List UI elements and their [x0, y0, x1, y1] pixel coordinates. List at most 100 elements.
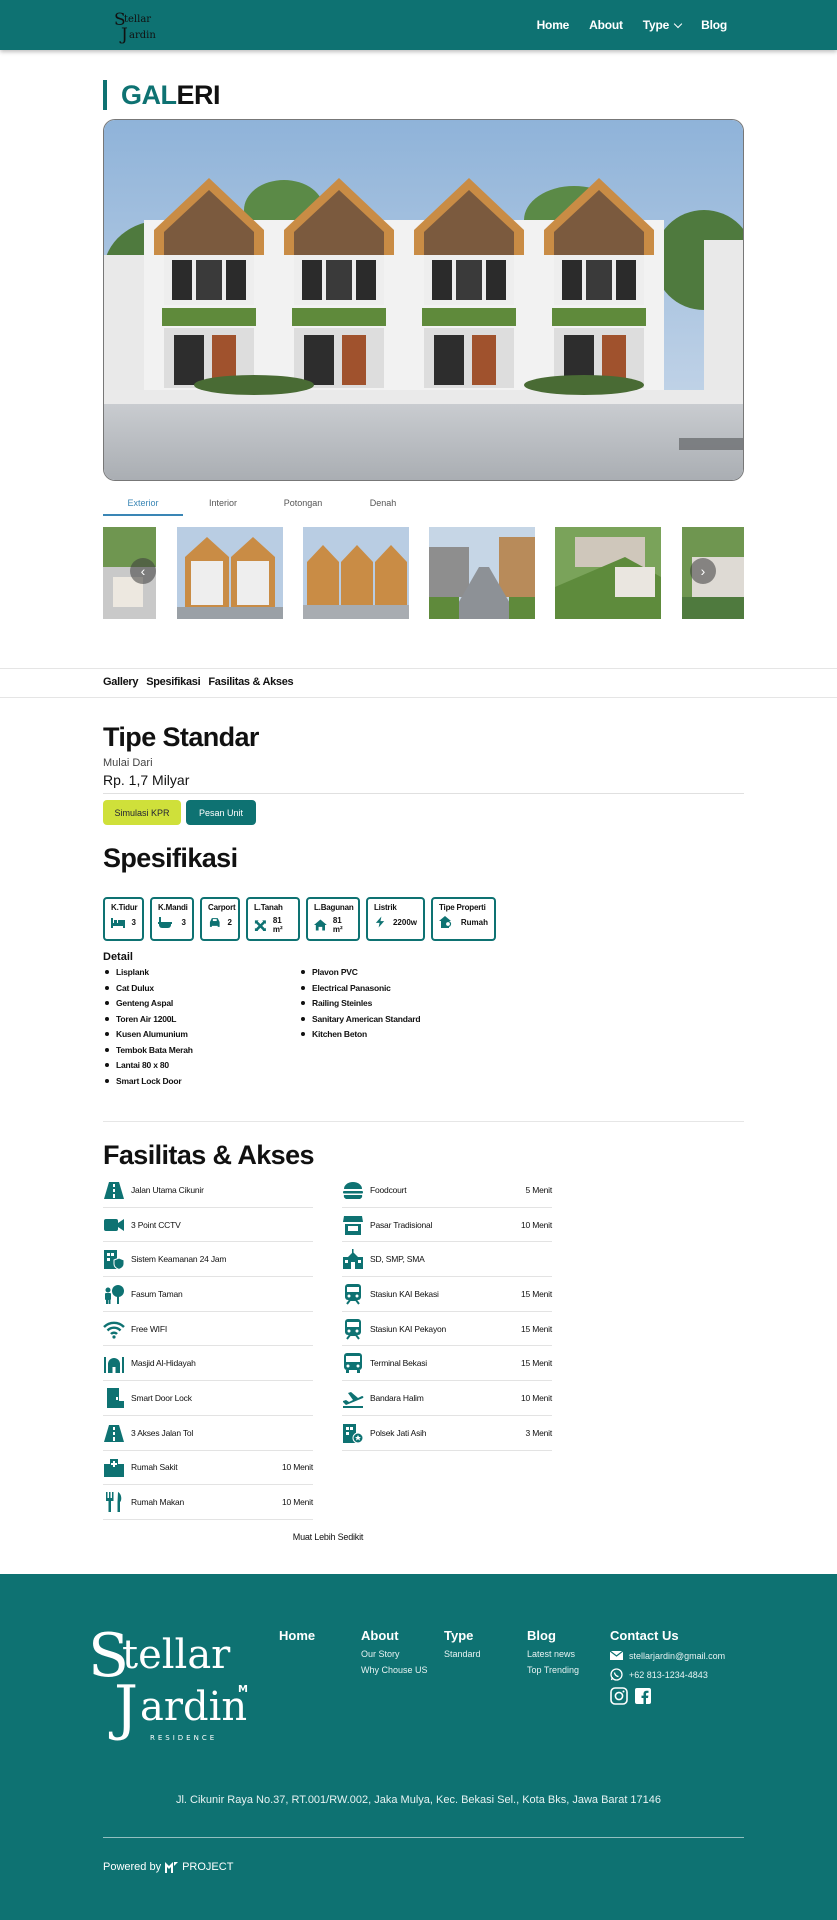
- show-less-button[interactable]: Muat Lebih Sedikit: [103, 1532, 553, 1542]
- spec-card-carport: Carport 2: [200, 897, 240, 941]
- road-icon: [103, 1422, 125, 1444]
- facility-distance: 3 Menit: [525, 1427, 553, 1438]
- brand-logo[interactable]: S tellar J ardin: [112, 5, 168, 45]
- list-item: Cat Dulux: [103, 983, 193, 999]
- bathtub-icon: [158, 917, 172, 928]
- gallery-main-image[interactable]: [103, 119, 744, 481]
- subnav-fasilitas[interactable]: Fasilitas & Akses: [208, 676, 293, 688]
- list-item: Lantai 80 x 80: [103, 1060, 193, 1076]
- list-item: Kusen Alumunium: [103, 1029, 193, 1045]
- contact-email[interactable]: stellarjardin@gmail.com: [610, 1649, 725, 1662]
- tab-exterior[interactable]: Exterior: [103, 496, 183, 516]
- facility-name: Jalan Utama Cikunir: [131, 1184, 204, 1195]
- nav-type-dropdown[interactable]: Type: [642, 18, 683, 32]
- spec-card-bathroom: K.Mandi 3: [150, 897, 194, 941]
- gallery-tabs: Exterior Interior Potongan Denah: [103, 496, 503, 516]
- facility-item: 3 Akses Jalan Tol: [103, 1416, 313, 1451]
- facility-name: Stasiun KAI Pekayon: [370, 1323, 447, 1334]
- facility-name: Foodcourt: [370, 1184, 407, 1195]
- facility-item: Sistem Keamanan 24 Jam: [103, 1242, 313, 1278]
- footer-link-top-trending[interactable]: Top Trending: [527, 1665, 579, 1675]
- store-icon: [342, 1214, 364, 1236]
- powered-by[interactable]: Powered by PROJECT: [103, 1861, 233, 1873]
- facility-name: SD, SMP, SMA: [370, 1254, 425, 1265]
- facility-distance: 15 Menit: [520, 1288, 552, 1299]
- facility-item: Rumah Sakit 10 Menit: [103, 1451, 313, 1486]
- building-shield-icon: [103, 1248, 125, 1271]
- footer-link-latest-news[interactable]: Latest news: [527, 1649, 579, 1659]
- kpr-simulation-button[interactable]: Simulasi KPR: [103, 800, 181, 825]
- facility-name: Free WIFI: [131, 1323, 167, 1334]
- envelope-icon: [610, 1650, 623, 1660]
- thumbnail[interactable]: [177, 527, 283, 619]
- facility-name: Stasiun KAI Bekasi: [370, 1288, 439, 1299]
- spec-value: 81 m²: [332, 916, 343, 934]
- school-icon: [342, 1248, 364, 1270]
- plane-icon: [342, 1387, 364, 1409]
- spec-label: Carport: [208, 903, 236, 912]
- svg-text:M: M: [238, 1684, 248, 1695]
- subnav-spesifikasi[interactable]: Spesifikasi: [146, 676, 200, 688]
- door-icon: [103, 1387, 125, 1409]
- carousel-prev-button[interactable]: ‹: [130, 558, 156, 584]
- thumbnail[interactable]: [303, 527, 409, 619]
- order-unit-button[interactable]: Pesan Unit: [186, 800, 256, 825]
- footer-logo[interactable]: S tellar J ardin M RESIDENCE: [88, 1616, 258, 1746]
- mosque-icon: [103, 1352, 125, 1374]
- contact-phone[interactable]: +62 813-1234-4843: [610, 1668, 725, 1681]
- home-search-icon: [439, 916, 452, 928]
- footer-heading[interactable]: Type: [444, 1628, 481, 1643]
- contact-phone-text: +62 813-1234-4843: [629, 1669, 708, 1680]
- instagram-icon[interactable]: [610, 1687, 628, 1705]
- facility-item: Smart Door Lock: [103, 1381, 313, 1416]
- tree-person-icon: [103, 1283, 125, 1305]
- footer-link-our-story[interactable]: Our Story: [361, 1649, 428, 1659]
- facility-name: Terminal Bekasi: [370, 1358, 427, 1369]
- facility-distance: 10 Menit: [520, 1219, 552, 1230]
- whatsapp-icon: [610, 1668, 623, 1681]
- footer-heading[interactable]: Blog: [527, 1628, 579, 1643]
- list-item: Railing Steinles: [299, 998, 420, 1014]
- footer-link-standard[interactable]: Standard: [444, 1649, 481, 1659]
- gallery-title: GALERI: [121, 80, 221, 111]
- svg-text:ardin: ardin: [140, 1684, 247, 1730]
- footer-column-home: Home: [279, 1628, 315, 1649]
- footer-link-why-chouse-us[interactable]: Why Chouse US: [361, 1665, 428, 1675]
- footer-column-type: Type Standard: [444, 1628, 481, 1665]
- footer-heading[interactable]: Home: [279, 1628, 315, 1643]
- road-icon: [103, 1179, 125, 1201]
- train-icon: [342, 1318, 364, 1340]
- nav-about[interactable]: About: [589, 18, 623, 32]
- price-label: Mulai Dari: [103, 757, 153, 769]
- subnav-gallery[interactable]: Gallery: [103, 676, 139, 688]
- facebook-icon[interactable]: [634, 1687, 652, 1705]
- facilities-list-right: Foodcourt 5 Menit Pasar Tradisional 10 Men…: [342, 1173, 552, 1451]
- svg-text:ardin: ardin: [129, 30, 156, 41]
- spec-label: L.Bagunan: [314, 903, 354, 912]
- nav-blog[interactable]: Blog: [701, 18, 727, 32]
- facility-name: 3 Akses Jalan Tol: [131, 1427, 194, 1438]
- spec-label: Listrik: [374, 903, 397, 912]
- nav-home[interactable]: Home: [537, 18, 570, 32]
- thumbnail[interactable]: [429, 527, 535, 619]
- facility-name: Pasar Tradisional: [370, 1219, 433, 1230]
- facility-distance: 15 Menit: [520, 1323, 552, 1334]
- tab-denah[interactable]: Denah: [343, 496, 423, 516]
- list-item: Genteng Aspal: [103, 998, 193, 1014]
- tab-interior[interactable]: Interior: [183, 496, 263, 516]
- facility-item: Pasar Tradisional 10 Menit: [342, 1208, 552, 1243]
- spec-value: 3: [131, 917, 136, 927]
- tab-potongan[interactable]: Potongan: [263, 496, 343, 516]
- nav-type-label: Type: [642, 18, 670, 32]
- footer-heading[interactable]: About: [361, 1628, 428, 1643]
- detail-list-right: Plavon PVC Electrical Panasonic Railing …: [299, 967, 421, 1045]
- thumbnail[interactable]: [555, 527, 661, 619]
- project-logo-icon: [165, 1861, 179, 1873]
- list-item: Electrical Panasonic: [299, 983, 420, 999]
- facility-name: Masjid Al-Hidayah: [131, 1358, 196, 1369]
- footer-divider: [103, 1837, 744, 1838]
- powered-by-label: Powered by: [103, 1861, 162, 1873]
- carousel-next-button[interactable]: ›: [690, 558, 716, 584]
- chevron-right-icon: ›: [700, 563, 706, 579]
- list-item: Tembok Bata Merah: [103, 1045, 193, 1061]
